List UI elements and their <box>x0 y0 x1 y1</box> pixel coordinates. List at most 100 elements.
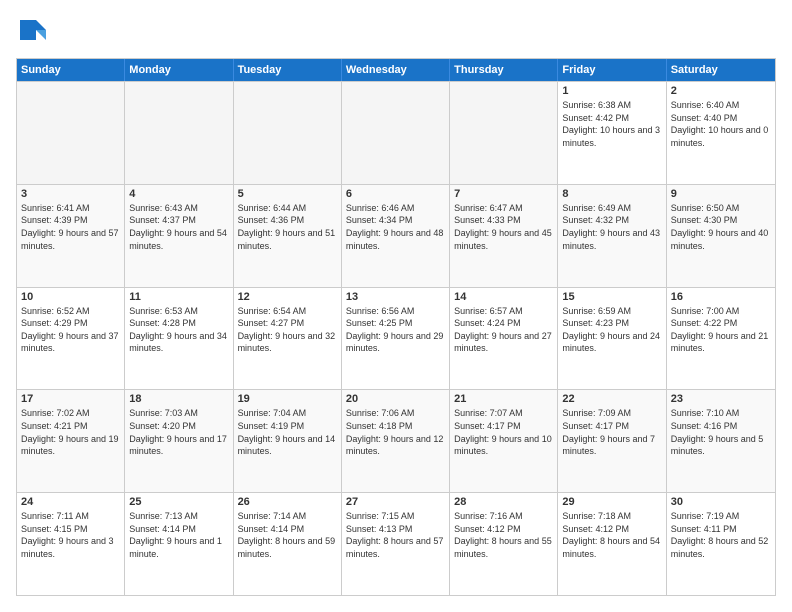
day-info: Sunrise: 6:44 AM Sunset: 4:36 PM Dayligh… <box>238 202 337 252</box>
day-number: 24 <box>21 496 120 508</box>
calendar-cell: 4Sunrise: 6:43 AM Sunset: 4:37 PM Daylig… <box>125 185 233 287</box>
calendar-row: 1 Sunrise: 6:38 AM Sunset: 4:42 PM Daylig… <box>17 81 775 184</box>
day-number: 15 <box>562 291 661 303</box>
day-info: Sunrise: 7:11 AM Sunset: 4:15 PM Dayligh… <box>21 510 120 560</box>
calendar-cell: 19Sunrise: 7:04 AM Sunset: 4:19 PM Dayli… <box>234 390 342 492</box>
calendar-header: SundayMondayTuesdayWednesdayThursdayFrid… <box>17 59 775 81</box>
day-info: Sunrise: 7:13 AM Sunset: 4:14 PM Dayligh… <box>129 510 228 560</box>
day-number: 22 <box>562 393 661 405</box>
day-info: Sunrise: 7:14 AM Sunset: 4:14 PM Dayligh… <box>238 510 337 560</box>
calendar-cell: 26 Sunrise: 7:14 AM Sunset: 4:14 PM Dayli… <box>234 493 342 595</box>
day-info: Sunrise: 6:57 AM Sunset: 4:24 PM Dayligh… <box>454 305 553 355</box>
calendar-row: 10 Sunrise: 6:52 AM Sunset: 4:29 PM Dayli… <box>17 287 775 390</box>
calendar-cell: 11Sunrise: 6:53 AM Sunset: 4:28 PM Dayli… <box>125 288 233 390</box>
day-number: 14 <box>454 291 553 303</box>
day-info: Sunrise: 6:38 AM Sunset: 4:42 PM Dayligh… <box>562 99 661 149</box>
calendar-cell: 24 Sunrise: 7:11 AM Sunset: 4:15 PM Dayli… <box>17 493 125 595</box>
calendar-cell: 28Sunrise: 7:16 AM Sunset: 4:12 PM Dayli… <box>450 493 558 595</box>
calendar-cell: 22 Sunrise: 7:09 AM Sunset: 4:17 PM Dayli… <box>558 390 666 492</box>
day-number: 10 <box>21 291 120 303</box>
weekday-header: Wednesday <box>342 59 450 81</box>
calendar-cell: 1 Sunrise: 6:38 AM Sunset: 4:42 PM Daylig… <box>558 82 666 184</box>
calendar-cell <box>234 82 342 184</box>
day-number: 3 <box>21 188 120 200</box>
day-info: Sunrise: 7:06 AM Sunset: 4:18 PM Dayligh… <box>346 407 445 457</box>
calendar-cell <box>450 82 558 184</box>
calendar-cell <box>17 82 125 184</box>
day-number: 1 <box>562 85 661 97</box>
day-number: 4 <box>129 188 228 200</box>
calendar-cell: 30 Sunrise: 7:19 AM Sunset: 4:11 PM Dayli… <box>667 493 775 595</box>
day-number: 8 <box>562 188 661 200</box>
calendar-cell: 5 Sunrise: 6:44 AM Sunset: 4:36 PM Daylig… <box>234 185 342 287</box>
day-number: 9 <box>671 188 771 200</box>
day-number: 23 <box>671 393 771 405</box>
calendar-cell: 17Sunrise: 7:02 AM Sunset: 4:21 PM Dayli… <box>17 390 125 492</box>
day-info: Sunrise: 7:03 AM Sunset: 4:20 PM Dayligh… <box>129 407 228 457</box>
day-number: 18 <box>129 393 228 405</box>
calendar: SundayMondayTuesdayWednesdayThursdayFrid… <box>16 58 776 596</box>
weekday-header: Sunday <box>17 59 125 81</box>
calendar-body: 1 Sunrise: 6:38 AM Sunset: 4:42 PM Daylig… <box>17 81 775 595</box>
day-info: Sunrise: 6:53 AM Sunset: 4:28 PM Dayligh… <box>129 305 228 355</box>
logo <box>16 16 52 48</box>
day-number: 5 <box>238 188 337 200</box>
page: SundayMondayTuesdayWednesdayThursdayFrid… <box>0 0 792 612</box>
calendar-cell: 10 Sunrise: 6:52 AM Sunset: 4:29 PM Dayli… <box>17 288 125 390</box>
day-info: Sunrise: 6:54 AM Sunset: 4:27 PM Dayligh… <box>238 305 337 355</box>
day-info: Sunrise: 6:56 AM Sunset: 4:25 PM Dayligh… <box>346 305 445 355</box>
day-info: Sunrise: 6:50 AM Sunset: 4:30 PM Dayligh… <box>671 202 771 252</box>
day-number: 28 <box>454 496 553 508</box>
calendar-cell <box>342 82 450 184</box>
day-number: 2 <box>671 85 771 97</box>
day-info: Sunrise: 7:18 AM Sunset: 4:12 PM Dayligh… <box>562 510 661 560</box>
day-number: 27 <box>346 496 445 508</box>
day-number: 30 <box>671 496 771 508</box>
calendar-cell: 15 Sunrise: 6:59 AM Sunset: 4:23 PM Dayli… <box>558 288 666 390</box>
calendar-cell: 20 Sunrise: 7:06 AM Sunset: 4:18 PM Dayli… <box>342 390 450 492</box>
calendar-cell: 23 Sunrise: 7:10 AM Sunset: 4:16 PM Dayli… <box>667 390 775 492</box>
weekday-header: Tuesday <box>234 59 342 81</box>
day-info: Sunrise: 6:59 AM Sunset: 4:23 PM Dayligh… <box>562 305 661 355</box>
day-number: 13 <box>346 291 445 303</box>
day-number: 19 <box>238 393 337 405</box>
day-info: Sunrise: 6:41 AM Sunset: 4:39 PM Dayligh… <box>21 202 120 252</box>
day-number: 7 <box>454 188 553 200</box>
day-info: Sunrise: 7:19 AM Sunset: 4:11 PM Dayligh… <box>671 510 771 560</box>
day-number: 6 <box>346 188 445 200</box>
calendar-cell: 12 Sunrise: 6:54 AM Sunset: 4:27 PM Dayli… <box>234 288 342 390</box>
logo-icon <box>16 16 48 48</box>
calendar-row: 17Sunrise: 7:02 AM Sunset: 4:21 PM Dayli… <box>17 389 775 492</box>
calendar-cell: 8 Sunrise: 6:49 AM Sunset: 4:32 PM Daylig… <box>558 185 666 287</box>
calendar-cell: 3 Sunrise: 6:41 AM Sunset: 4:39 PM Daylig… <box>17 185 125 287</box>
weekday-header: Thursday <box>450 59 558 81</box>
calendar-cell: 29 Sunrise: 7:18 AM Sunset: 4:12 PM Dayli… <box>558 493 666 595</box>
day-info: Sunrise: 7:09 AM Sunset: 4:17 PM Dayligh… <box>562 407 661 457</box>
day-info: Sunrise: 6:47 AM Sunset: 4:33 PM Dayligh… <box>454 202 553 252</box>
day-number: 25 <box>129 496 228 508</box>
calendar-cell: 13 Sunrise: 6:56 AM Sunset: 4:25 PM Dayli… <box>342 288 450 390</box>
weekday-header: Friday <box>558 59 666 81</box>
weekday-header: Saturday <box>667 59 775 81</box>
day-number: 20 <box>346 393 445 405</box>
day-number: 17 <box>21 393 120 405</box>
day-number: 26 <box>238 496 337 508</box>
calendar-cell: 6 Sunrise: 6:46 AM Sunset: 4:34 PM Daylig… <box>342 185 450 287</box>
day-number: 12 <box>238 291 337 303</box>
day-number: 29 <box>562 496 661 508</box>
calendar-cell: 9 Sunrise: 6:50 AM Sunset: 4:30 PM Daylig… <box>667 185 775 287</box>
day-number: 21 <box>454 393 553 405</box>
calendar-cell: 14 Sunrise: 6:57 AM Sunset: 4:24 PM Dayli… <box>450 288 558 390</box>
day-info: Sunrise: 7:00 AM Sunset: 4:22 PM Dayligh… <box>671 305 771 355</box>
day-info: Sunrise: 7:10 AM Sunset: 4:16 PM Dayligh… <box>671 407 771 457</box>
day-info: Sunrise: 6:52 AM Sunset: 4:29 PM Dayligh… <box>21 305 120 355</box>
calendar-cell: 27Sunrise: 7:15 AM Sunset: 4:13 PM Dayli… <box>342 493 450 595</box>
calendar-cell: 21Sunrise: 7:07 AM Sunset: 4:17 PM Dayli… <box>450 390 558 492</box>
day-info: Sunrise: 6:46 AM Sunset: 4:34 PM Dayligh… <box>346 202 445 252</box>
day-info: Sunrise: 6:49 AM Sunset: 4:32 PM Dayligh… <box>562 202 661 252</box>
weekday-header: Monday <box>125 59 233 81</box>
day-number: 16 <box>671 291 771 303</box>
calendar-cell <box>125 82 233 184</box>
calendar-cell: 18 Sunrise: 7:03 AM Sunset: 4:20 PM Dayli… <box>125 390 233 492</box>
calendar-cell: 2Sunrise: 6:40 AM Sunset: 4:40 PM Daylig… <box>667 82 775 184</box>
